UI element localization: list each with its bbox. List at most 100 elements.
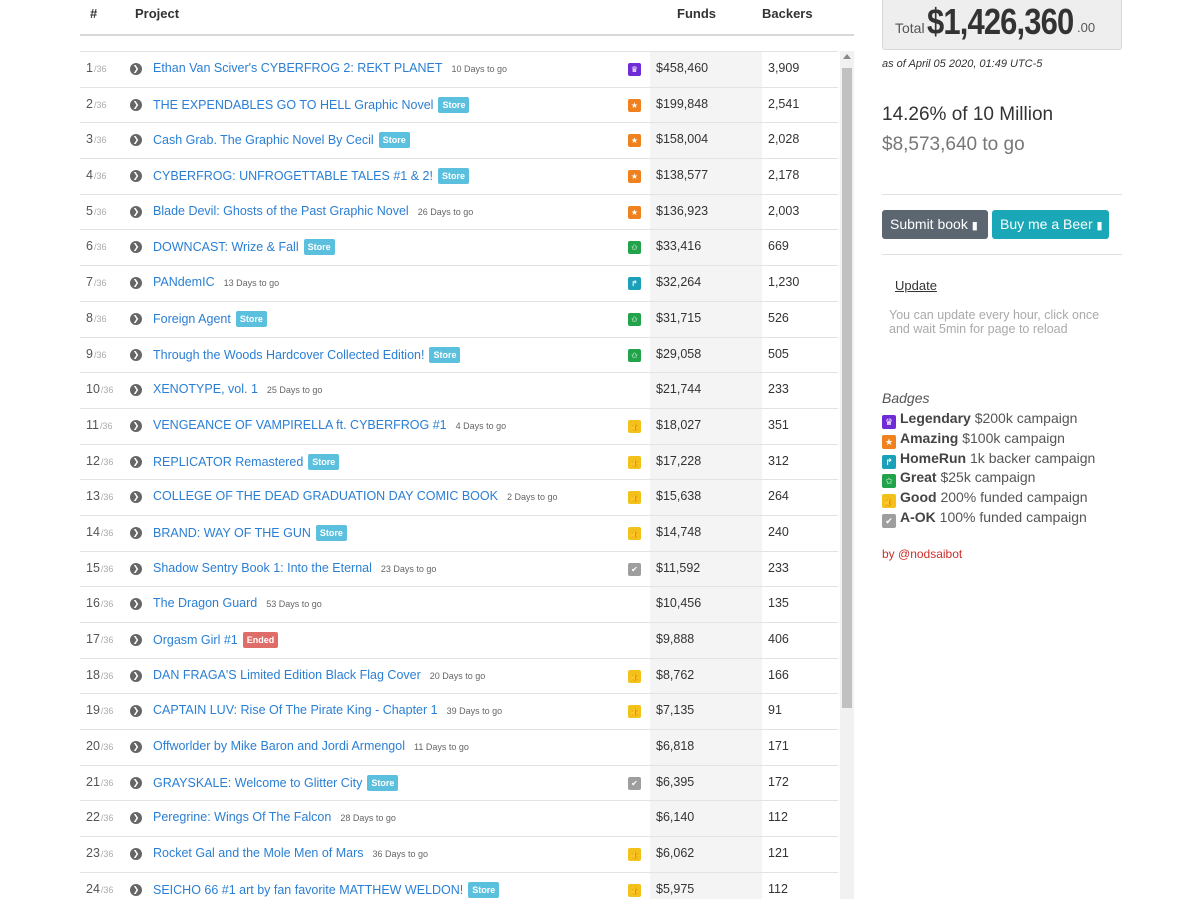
expand-arrow-icon[interactable]: ❯ (130, 812, 142, 825)
good-badge-icon: 👍 (882, 494, 896, 509)
expand-arrow-icon[interactable]: ❯ (130, 598, 142, 611)
aok-badge-icon: ✔ (628, 562, 641, 576)
expand-arrow-icon[interactable]: ❯ (130, 134, 142, 147)
store-badge[interactable]: Store (429, 346, 461, 363)
expand-arrow-icon[interactable]: ❯ (130, 562, 142, 575)
update-link[interactable]: Update (895, 278, 937, 293)
funds-cell: $6,395 (650, 765, 762, 801)
project-link[interactable]: GRAYSKALE: Welcome to Glitter City (153, 776, 362, 790)
beer-icon: ▮ (1096, 220, 1103, 232)
submit-book-button[interactable]: Submit book ▮ (882, 210, 988, 239)
days-to-go: 25 Days to go (266, 385, 323, 396)
expand-arrow-icon[interactable]: ❯ (130, 491, 142, 504)
legend-desc: 100% funded campaign (939, 508, 1087, 525)
project-link[interactable]: Rocket Gal and the Mole Men of Mars (153, 846, 364, 860)
header-funds[interactable]: Funds (677, 6, 716, 21)
expand-arrow-icon[interactable]: ❯ (130, 312, 142, 325)
byline-link[interactable]: by @nodsaibot (882, 547, 962, 561)
funds-cell: $7,135 (650, 694, 762, 730)
expand-arrow-icon[interactable]: ❯ (130, 741, 142, 754)
expand-arrow-icon[interactable]: ❯ (130, 634, 142, 646)
project-link[interactable]: PANdemIC (153, 275, 215, 289)
project-link[interactable]: Orgasm Girl #1 (153, 633, 238, 647)
expand-arrow-icon[interactable]: ❯ (130, 848, 142, 861)
backers-cell: 172 (768, 774, 789, 789)
divider (882, 254, 1122, 255)
project-link[interactable]: THE EXPENDABLES GO TO HELL Graphic Novel (153, 98, 433, 112)
expand-arrow-icon[interactable]: ❯ (130, 348, 142, 361)
header-backers[interactable]: Backers (762, 6, 813, 21)
table-row: 16/36 ❯ The Dragon Guard 53 Days to go $10,4… (80, 586, 838, 622)
project-link[interactable]: Peregrine: Wings Of The Falcon (153, 810, 331, 824)
project-link[interactable]: Blade Devil: Ghosts of the Past Graphic … (153, 204, 409, 218)
expand-arrow-icon[interactable]: ❯ (130, 205, 142, 218)
funds-cell: $18,027 (650, 408, 762, 444)
backers-cell: 2,541 (768, 96, 800, 111)
expand-arrow-icon[interactable]: ❯ (130, 384, 142, 397)
rank: 22/36 (86, 810, 113, 824)
store-badge[interactable]: Store (378, 132, 410, 149)
expand-arrow-icon[interactable]: ❯ (130, 883, 142, 896)
great-badge-icon: ✩ (628, 241, 641, 255)
project-cell: Through the Woods Hardcover Collected Ed… (153, 346, 461, 363)
expand-arrow-icon[interactable]: ❯ (130, 669, 142, 682)
ended-badge: Ended (242, 632, 279, 648)
project-link[interactable]: Cash Grab. The Graphic Novel By Cecil (153, 133, 374, 147)
legendary-badge-icon: ♛ (882, 415, 896, 429)
expand-arrow-icon[interactable]: ❯ (130, 241, 142, 254)
days-to-go: 39 Days to go (446, 706, 503, 717)
backers-cell: 2,028 (768, 132, 800, 147)
funds-cell: $458,460 (650, 52, 762, 87)
project-link[interactable]: Offworlder by Mike Baron and Jordi Armen… (153, 739, 405, 753)
project-link[interactable]: BRAND: WAY OF THE GUN (153, 526, 311, 540)
project-cell: Cash Grab. The Graphic Novel By Cecil Sto… (153, 132, 410, 149)
project-link[interactable]: VENGEANCE OF VAMPIRELLA ft. CYBERFROG #1 (153, 418, 447, 432)
expand-arrow-icon[interactable]: ❯ (130, 277, 142, 290)
rank: 7/36 (86, 275, 106, 289)
store-badge[interactable]: Store (468, 881, 500, 898)
rank-number: 11 (86, 417, 99, 432)
store-badge[interactable]: Store (315, 524, 347, 541)
expand-arrow-icon[interactable]: ❯ (130, 170, 142, 183)
expand-arrow-icon[interactable]: ❯ (130, 98, 142, 111)
project-link[interactable]: COLLEGE OF THE DEAD GRADUATION DAY COMIC… (153, 489, 498, 503)
expand-arrow-icon[interactable]: ❯ (130, 776, 142, 789)
rank-number: 10 (86, 382, 100, 397)
expand-arrow-icon[interactable]: ❯ (130, 419, 142, 432)
buy-beer-button[interactable]: Buy me a Beer ▮ (992, 210, 1109, 239)
backers-cell: 112 (768, 881, 788, 896)
scrollbar-thumb[interactable] (842, 68, 852, 708)
rank: 18/36 (86, 668, 113, 682)
project-link[interactable]: DAN FRAGA'S Limited Edition Black Flag C… (153, 668, 421, 682)
rank: 2/36 (86, 97, 106, 111)
store-badge[interactable]: Store (308, 453, 340, 470)
project-link[interactable]: XENOTYPE, vol. 1 (153, 382, 258, 396)
rank-total: /36 (93, 278, 107, 289)
project-link[interactable]: CAPTAIN LUV: Rise Of The Pirate King - C… (153, 703, 438, 717)
project-link[interactable]: Ethan Van Sciver's CYBERFROG 2: REKT PLA… (153, 61, 443, 75)
project-link[interactable]: Foreign Agent (153, 312, 231, 326)
table-body: 1/36 ❯ Ethan Van Sciver's CYBERFROG 2: REK… (80, 51, 838, 899)
project-link[interactable]: DOWNCAST: Wrize & Fall (153, 240, 299, 254)
store-badge[interactable]: Store (367, 774, 399, 791)
project-link[interactable]: REPLICATOR Remastered (153, 455, 303, 469)
project-link[interactable]: CYBERFROG: UNFROGETTABLE TALES #1 & 2! (153, 169, 433, 183)
store-badge[interactable]: Store (235, 310, 267, 327)
amazing-badge-icon: ★ (628, 170, 641, 184)
project-link[interactable]: Shadow Sentry Book 1: Into the Eternal (153, 561, 372, 575)
store-badge[interactable]: Store (303, 239, 335, 256)
project-link[interactable]: Through the Woods Hardcover Collected Ed… (153, 348, 424, 362)
days-to-go: 13 Days to go (223, 278, 280, 289)
expand-arrow-icon[interactable]: ❯ (130, 526, 142, 539)
days-to-go: 53 Days to go (266, 599, 322, 610)
expand-arrow-icon[interactable]: ❯ (130, 705, 142, 718)
expand-arrow-icon[interactable]: ❯ (130, 455, 142, 468)
days-to-go: 4 Days to go (455, 420, 507, 431)
store-badge[interactable]: Store (437, 168, 469, 185)
scroll-up-arrow[interactable] (843, 54, 851, 59)
project-link[interactable]: SEICHO 66 #1 art by fan favorite MATTHEW… (153, 883, 463, 897)
store-badge[interactable]: Store (438, 96, 470, 113)
expand-arrow-icon[interactable]: ❯ (130, 63, 142, 75)
project-link[interactable]: The Dragon Guard (153, 596, 257, 610)
header-project[interactable]: Project (135, 6, 179, 21)
